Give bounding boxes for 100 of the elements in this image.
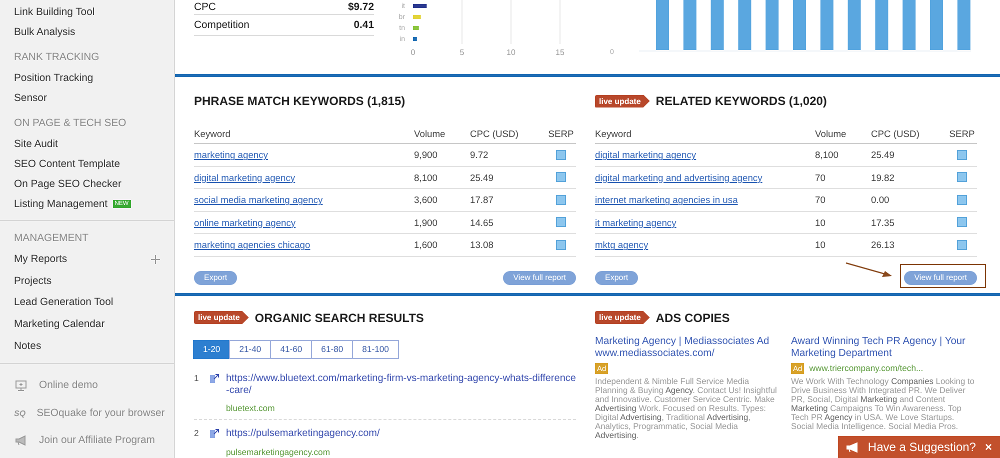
serp-icon[interactable] — [556, 217, 566, 228]
serp-icon[interactable] — [957, 240, 967, 250]
table-cell: 13.08 — [470, 234, 546, 256]
serp-icon[interactable] — [957, 194, 967, 205]
result-rank: 2 — [194, 428, 200, 440]
keyword-link[interactable]: digital marketing agency — [194, 172, 296, 183]
annotation-arrow — [845, 262, 893, 278]
keyword-link[interactable]: mktg agency — [595, 239, 648, 250]
page-tab[interactable]: 21-40 — [229, 340, 272, 358]
page-tab[interactable]: 1-20 — [193, 340, 230, 358]
serp-icon[interactable] — [556, 194, 566, 205]
table-cell: 26.13 — [871, 234, 947, 256]
live-update-badge: live update — [194, 311, 249, 324]
serp-icon[interactable] — [556, 172, 566, 182]
keyword-link[interactable]: social media marketing agency — [194, 194, 323, 206]
metric-label: CPC — [194, 2, 216, 12]
seoquake-logo: SQ — [14, 408, 26, 418]
section-heading: MANAGEMENT — [13, 232, 90, 246]
table-cell: 17.87 — [470, 189, 546, 212]
serp-icon[interactable] — [957, 217, 967, 228]
ad-description: Independent & Nimble Full Service Media Planning & Buying Agency. Contact Us! Insightful and Innovative. Customer Service Centric. Make Advertising Work. Focused on Results. Types: Digital Advertising, Traditional Advertising, Analytics, Programmatic, Social Media Advertising. — [595, 376, 778, 440]
table-cell: 10 — [815, 234, 871, 256]
chart-bar — [793, 0, 806, 50]
keyword-link[interactable]: internet marketing agencies in usa — [595, 194, 738, 206]
table-cell: 8,100 — [414, 166, 470, 189]
serp-icon[interactable] — [957, 150, 967, 160]
suggestion-button[interactable]: Have a Suggestion? × — [838, 436, 1000, 458]
chart-bar — [957, 0, 970, 50]
live-update-badge: live update — [595, 311, 650, 324]
metric-label: Competition — [194, 20, 250, 30]
section-title: RELATED KEYWORDS (1,020) — [656, 94, 827, 108]
column-header: CPC (USD) — [470, 124, 546, 144]
column-header: SERP — [546, 124, 576, 144]
suggestion-label[interactable]: Have a Suggestion? — [868, 440, 976, 454]
result-url[interactable]: https://pulsemarketingagency.com/ — [226, 428, 576, 440]
ad-title-link[interactable]: Award Winning Tech PR Agency | Your Marketing Department — [791, 336, 977, 360]
sidebar-item[interactable]: Notes — [14, 340, 42, 352]
sidebar-item[interactable]: Site Audit — [14, 138, 58, 150]
ad-title-link[interactable]: Marketing Agency | Mediassociates Ad www.mediassociates.com/ — [595, 336, 781, 360]
column-header: CPC (USD) — [871, 124, 947, 144]
page-tab[interactable]: 41-60 — [270, 340, 312, 358]
sidebar-item[interactable]: Position Tracking — [14, 72, 94, 84]
result-url[interactable]: https://www.bluetext.com/marketing-firm-vs-marketing-agency-whats-difference-care/ — [226, 372, 576, 396]
table-cell: 8,100 — [815, 144, 871, 166]
chart-bar — [683, 0, 696, 50]
column-header: Volume — [414, 124, 470, 144]
serp-icon[interactable] — [556, 150, 566, 160]
serp-icon[interactable] — [957, 172, 967, 182]
chart-bar — [656, 0, 669, 50]
table-cell: 70 — [815, 166, 871, 189]
serp-icon[interactable] — [556, 240, 566, 250]
page-tab[interactable]: 61-80 — [311, 340, 354, 358]
external-link-icon[interactable] — [210, 374, 219, 382]
result-domain: bluetext.com — [226, 402, 276, 412]
plus-icon[interactable] — [151, 255, 160, 264]
table-cell: 25.49 — [470, 166, 546, 189]
table-cell: 9.72 — [470, 144, 546, 166]
axis-tick-label: 15 — [556, 48, 564, 57]
ad-description: We Work With Technology Companies Looking to Drive Business With Integrated PR. We Deliver PR, Social, Digital Marketing and Content Marketing Campaigns To Win Awareness. Top Tech PR Agency in USA. We Love Startups. Social Media Intelligence. Social Media Pros. — [791, 376, 976, 430]
sidebar-item[interactable]: Link Building Tool — [14, 6, 95, 18]
table-cell: 25.49 — [871, 144, 947, 166]
keyword-link[interactable]: it marketing agency — [595, 216, 676, 228]
sidebar-item[interactable]: Marketing Calendar — [14, 319, 105, 330]
keyword-link[interactable]: online marketing agency — [194, 216, 296, 228]
external-link-icon[interactable] — [210, 428, 219, 438]
chart-bar — [820, 0, 834, 50]
sidebar-item[interactable]: SEO Content Template — [14, 158, 120, 170]
chart-bar — [738, 0, 752, 50]
section-title: PHRASE MATCH KEYWORDS (1,815) — [194, 94, 406, 108]
close-button[interactable]: × — [984, 440, 992, 454]
column-header: Keyword — [595, 124, 815, 144]
result-domain: pulsemarketingagency.com — [226, 446, 331, 456]
table-cell: 3,600 — [414, 189, 470, 212]
section-title: ADS COPIES — [656, 310, 730, 324]
keyword-link[interactable]: digital marketing agency — [595, 149, 696, 160]
sidebar-item[interactable]: Bulk Analysis — [14, 26, 76, 38]
keyword-link[interactable]: digital marketing and advertising agency — [595, 172, 762, 183]
sidebar-item[interactable]: My Reports — [14, 254, 68, 266]
chart-bar — [710, 0, 724, 50]
section-heading: RANK TRACKING — [13, 51, 100, 65]
sidebar-item[interactable]: Sensor — [14, 92, 47, 104]
column-header: Keyword — [194, 124, 414, 144]
megaphone-icon — [15, 435, 27, 446]
keyword-link[interactable]: marketing agencies chicago — [194, 239, 310, 250]
result-rank: 1 — [194, 372, 200, 384]
chart-bar — [848, 0, 861, 50]
axis-tick-label: 5 — [460, 48, 464, 57]
axis-tick-label: 0 — [410, 48, 416, 57]
sidebar-item[interactable]: Projects — [14, 276, 52, 287]
column-header: Volume — [815, 124, 871, 144]
chart-bar — [902, 0, 916, 50]
table-cell: 19.82 — [871, 166, 947, 189]
table-cell: 0.00 — [871, 189, 947, 212]
sidebar-item[interactable]: Lead Generation Tool — [14, 297, 114, 308]
keyword-link[interactable]: marketing agency — [194, 149, 268, 160]
page-tab[interactable]: 81-100 — [352, 340, 399, 358]
sidebar-item[interactable]: Listing Management — [14, 198, 108, 210]
sidebar-item[interactable]: On Page SEO Checker — [14, 178, 122, 190]
table-cell: 9,900 — [414, 144, 470, 166]
monitor-icon — [15, 380, 27, 392]
